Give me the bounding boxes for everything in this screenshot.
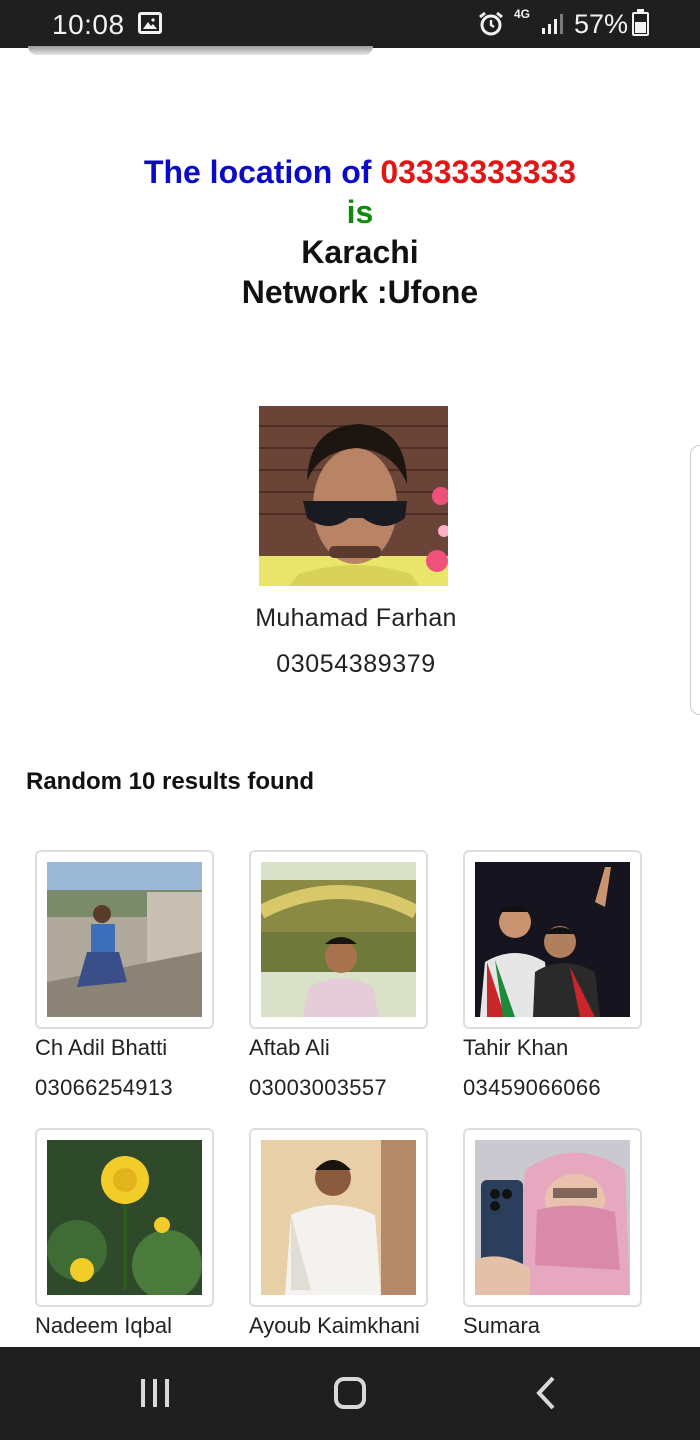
profile-photo[interactable]	[259, 406, 448, 586]
results-title: Random 10 results found	[26, 768, 315, 795]
headline-city: Karachi	[301, 234, 419, 270]
home-icon[interactable]	[334, 1377, 366, 1409]
result-photo[interactable]	[35, 1128, 214, 1307]
banner-edge	[28, 46, 373, 55]
battery-icon	[632, 9, 649, 36]
navigation-bar	[0, 1347, 700, 1440]
profile-name: Muhamad Farhan	[255, 604, 457, 632]
result-phone: 03066254913	[35, 1075, 173, 1100]
alarm-icon	[478, 11, 504, 42]
signal-icon	[541, 13, 565, 40]
result-photo[interactable]	[463, 850, 642, 1029]
gallery-icon	[138, 12, 162, 34]
result-name: Aftab Ali	[249, 1035, 330, 1060]
back-icon[interactable]	[536, 1375, 556, 1416]
result-photo[interactable]	[463, 1128, 642, 1307]
result-name: Ayoub Kaimkhani	[249, 1313, 420, 1338]
status-bar: 10:08 4G 57%	[0, 0, 700, 48]
status-time: 10:08	[52, 9, 125, 40]
recent-apps-icon[interactable]	[140, 1377, 170, 1414]
result-name: Nadeem Iqbal	[35, 1313, 172, 1338]
result-name: Tahir Khan	[463, 1035, 569, 1060]
location-headline: The location of 03333333333 is Karachi N…	[0, 152, 700, 312]
result-name: Ch Adil Bhatti	[35, 1035, 168, 1060]
result-photo[interactable]	[35, 850, 214, 1029]
result-phone: 03459066066	[463, 1075, 601, 1100]
battery-percentage: 57%	[574, 9, 629, 39]
headline-is: is	[346, 194, 374, 230]
headline-number: 03333333333	[380, 154, 577, 190]
headline-prefix: The location of	[143, 154, 381, 190]
headline-network: Network :Ufone	[241, 274, 479, 310]
result-photo[interactable]	[249, 850, 428, 1029]
result-name: Sumara	[463, 1313, 541, 1338]
result-phone: 03003003557	[249, 1075, 387, 1100]
network-type-label: 4G	[513, 7, 530, 21]
profile-phone: 03054389379	[276, 650, 436, 678]
result-photo[interactable]	[249, 1128, 428, 1307]
